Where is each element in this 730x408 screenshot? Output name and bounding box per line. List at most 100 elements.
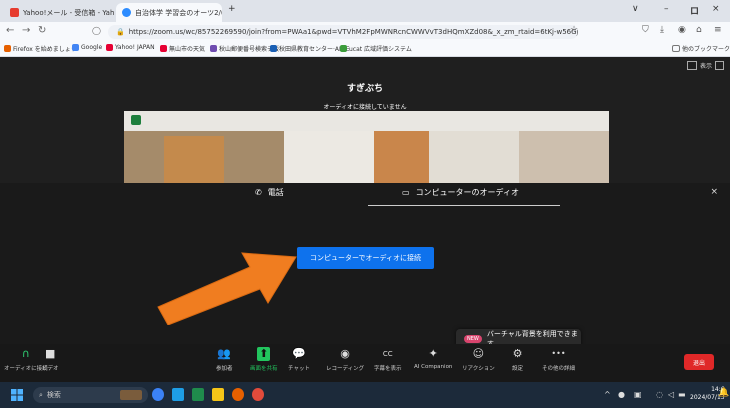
tray-chevron-icon[interactable]: ^	[604, 390, 611, 399]
volume-icon[interactable]: ◁	[668, 390, 674, 399]
settings-app-icon[interactable]	[152, 388, 164, 401]
close-window-button[interactable]: ×	[712, 4, 720, 14]
bookmark-item[interactable]: ucat 広域評価システム	[340, 44, 412, 53]
firefox-icon	[4, 45, 11, 52]
view-label: 表示	[699, 63, 712, 70]
leave-button[interactable]: 退出	[684, 354, 714, 370]
extensions-icon[interactable]: ⌂	[696, 25, 702, 35]
bookmark-label: 秋田県教育センター·ALVE	[279, 46, 350, 53]
grid-icon	[686, 61, 697, 70]
downloads-icon[interactable]: ⤓	[660, 25, 664, 35]
file-explorer-icon[interactable]	[212, 388, 224, 401]
close-icon[interactable]: ×	[710, 187, 718, 197]
fullscreen-icon[interactable]	[715, 61, 724, 70]
windows-taskbar: ⌕ 検索 ^ ● ▣ ◌ ◁ ▬ 14:6 2024/07/13 🔔	[0, 382, 730, 408]
bookmark-site-icon	[270, 45, 277, 52]
reaction-button[interactable]: ☺ リアクション	[462, 347, 495, 372]
search-icon: ⌕	[39, 390, 43, 399]
bookmarks-bar: Firefox を始めましょう Google Yahoo! JAPAN 無山市の…	[0, 42, 730, 57]
toolbar-label: 設定	[512, 366, 524, 372]
bookmark-site-icon	[210, 45, 217, 52]
browser-app-icon[interactable]	[172, 388, 184, 401]
toolbar-label: その他の詳細	[542, 366, 576, 372]
maximize-button[interactable]: ロ	[690, 4, 699, 17]
bookmark-item[interactable]: 無山市の天気	[160, 44, 205, 53]
windows-start-icon[interactable]	[11, 389, 23, 401]
active-tab-indicator	[368, 205, 560, 206]
browser-tab-yahoo[interactable]: Yahoo!メール - 受信箱 - Yahoo!メ	[4, 3, 114, 22]
audio-connect-panel: ✆ 電話 ▭ コンピューターのオーディオ × コンピューターでオーディオに接続 …	[0, 183, 730, 349]
menu-icon[interactable]: ≡	[714, 25, 722, 35]
bookmark-item[interactable]: Yahoo! JAPAN	[106, 44, 155, 51]
captions-button[interactable]: CC 字幕を表示	[374, 347, 402, 372]
reload-icon[interactable]: ↻	[38, 25, 46, 36]
ai-companion-icon: ✦	[428, 347, 438, 360]
toolbar-label: 字幕を表示	[374, 366, 402, 372]
folder-icon	[672, 45, 680, 52]
settings-button[interactable]: ⚙ 設定	[512, 347, 523, 372]
new-badge: NEW	[464, 335, 482, 343]
share-screen-button[interactable]: ⬆ 画面を共有	[250, 347, 278, 372]
excel-app-icon[interactable]	[192, 388, 204, 401]
zoom-meeting-area: 表示 すぎぶち オーディオに接続していません ✆ 電話 ▭ コンピューターのオー…	[0, 57, 730, 382]
firefox-app-icon[interactable]	[232, 388, 244, 401]
tab-list-icon[interactable]: ∨	[632, 4, 639, 14]
search-placeholder: 検索	[46, 391, 61, 399]
more-icon: •••	[551, 349, 566, 358]
lock-icon: 🔒	[116, 28, 125, 36]
record-button[interactable]: ◉ レコーディング	[326, 347, 364, 372]
google-icon	[72, 44, 79, 51]
participants-button[interactable]: 👥 参加者	[216, 347, 233, 372]
bookmark-item[interactable]: Google	[72, 44, 102, 51]
toolbar-label: リアクション	[462, 366, 495, 372]
bookmark-item[interactable]: Firefox を始めましょう	[4, 44, 77, 53]
bookmark-item[interactable]: 秋山郵便番号検索テ版	[210, 44, 279, 53]
new-tab-button[interactable]: +	[228, 4, 236, 14]
bookmark-label: 無山市の天気	[169, 46, 206, 53]
browser-tab-zoom[interactable]: 自治体学 学習会のオーツ2/(会社 ×	[116, 3, 222, 22]
url-field[interactable]: 🔒 https://zoom.us/wc/85752269590/join?fr…	[108, 25, 578, 39]
minimize-button[interactable]: –	[664, 4, 669, 14]
app-icon[interactable]	[252, 388, 264, 401]
back-icon[interactable]: ←	[6, 25, 14, 36]
video-icon: ■	[45, 347, 56, 360]
bookmark-site-icon	[340, 45, 347, 52]
video-button[interactable]: ■ ビデオ	[42, 347, 59, 372]
toolbar-label: 画面を共有	[250, 366, 278, 372]
tab-phone[interactable]: ✆ 電話	[255, 187, 284, 198]
bookmark-label: 他のブックマーク	[682, 46, 730, 53]
yahoo-icon	[160, 45, 167, 52]
toolbar-label: 参加者	[216, 366, 233, 372]
wifi-icon[interactable]: ◌	[656, 390, 663, 399]
bookmark-label: Google	[81, 44, 103, 51]
account-icon[interactable]: ◉	[678, 25, 686, 35]
meeting-toolbar: ∩ オーディオに接続 ■ ビデオ 👥 参加者 ⬆ 画面を共有 💬 チャット ◉ …	[0, 344, 730, 382]
yahoo-icon	[10, 8, 19, 17]
other-bookmarks[interactable]: 他のブックマーク	[672, 44, 730, 53]
record-icon: ◉	[340, 347, 350, 360]
tray-network-icon[interactable]: ▣	[634, 390, 642, 399]
share-screen-icon: ⬆	[257, 347, 271, 361]
chat-button[interactable]: 💬 チャット	[288, 347, 310, 372]
tab-computer-audio[interactable]: ▭ コンピューターのオーディオ	[402, 187, 519, 198]
bookmark-label: Yahoo! JAPAN	[115, 44, 155, 51]
participant-video	[124, 111, 609, 183]
join-computer-audio-button[interactable]: コンピューターでオーディオに接続	[297, 247, 434, 269]
forward-icon[interactable]: →	[22, 25, 30, 36]
pocket-icon[interactable]: ⛉	[642, 25, 649, 35]
tray-app-icon[interactable]: ●	[618, 390, 625, 399]
tab-label: コンピューターのオーディオ	[415, 188, 520, 197]
bookmark-item[interactable]: 秋田県教育センター·ALVE	[270, 44, 350, 53]
notification-icon[interactable]: 🔔	[718, 388, 729, 398]
taskbar-search[interactable]: ⌕ 検索	[33, 387, 148, 403]
ai-companion-button[interactable]: ✦ AI Companion	[414, 347, 452, 370]
annotation-arrow	[157, 252, 297, 325]
view-button[interactable]: 表示	[686, 61, 724, 70]
chat-icon: 💬	[292, 347, 306, 360]
shield-icon[interactable]: ◯	[92, 26, 101, 35]
more-button[interactable]: ••• その他の詳細	[542, 347, 575, 372]
meeting-title: すぎぶち	[346, 84, 384, 94]
toolbar-label: ビデオ	[42, 366, 59, 372]
battery-icon[interactable]: ▬	[678, 390, 686, 399]
bookmark-star-icon[interactable]: ☆	[570, 25, 578, 35]
